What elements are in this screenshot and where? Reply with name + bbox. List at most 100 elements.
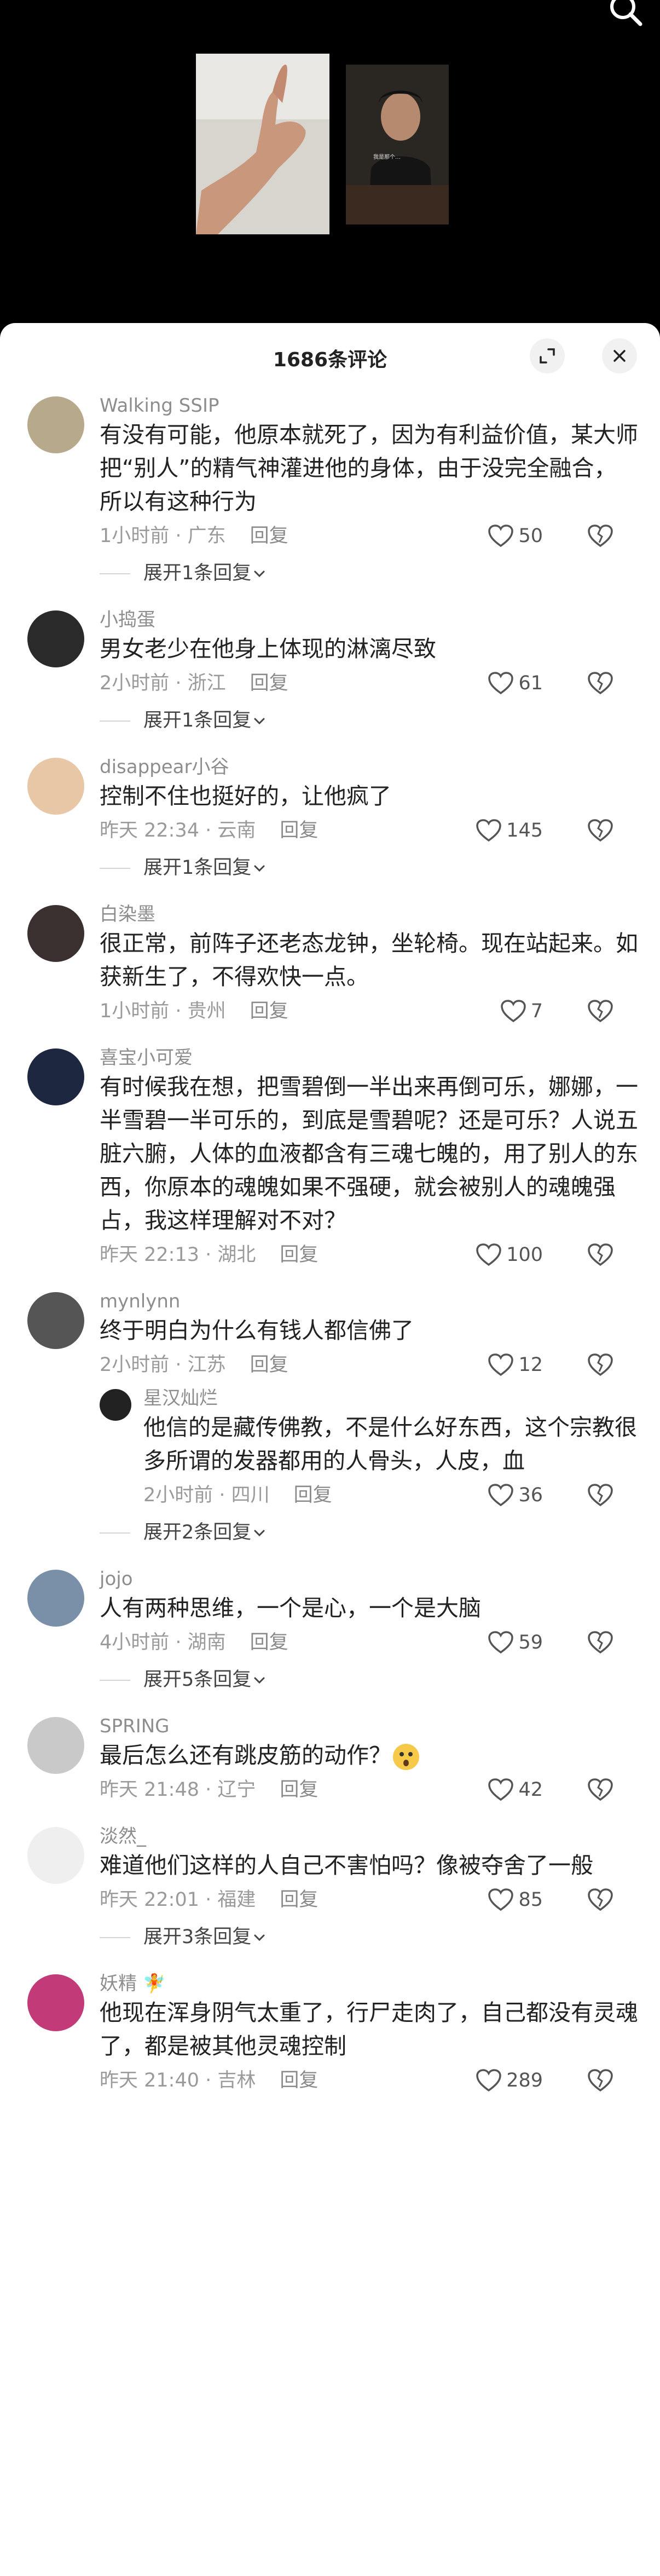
avatar[interactable] [27,1048,84,1105]
comment-text-content: 控制不住也挺好的，让他疯了 [100,783,391,809]
reply-button[interactable]: 回复 [280,820,318,842]
like-button[interactable]: 42 [488,1772,543,1807]
comment-author[interactable]: jojo [100,1566,638,1592]
avatar[interactable] [100,1389,131,1421]
comment-item[interactable]: 白染墨 很正常，前阵子还老态龙钟，坐轮椅。现在站起来。如获新生了，不得欢快一点。 1… [0,902,660,1029]
reply-button[interactable]: 回复 [294,1484,332,1506]
comment-text-content: 很正常，前阵子还老态龙钟，坐轮椅。现在站起来。如获新生了，不得欢快一点。 [100,930,638,990]
expand-replies-button[interactable]: 展开1条回复 [0,556,660,591]
reply-button[interactable]: 回复 [250,672,288,694]
comment-item[interactable]: 妖精 🧚 他现在浑身阴气太重了，行尸走肉了，自己都没有灵魂了，都是被其他灵魂控制昨… [0,1971,660,2098]
comment-author[interactable]: 妖精 🧚 [100,1971,638,1996]
broken-heart-icon[interactable] [587,1353,614,1377]
comment-time-location: 昨天 21:48 · 辽宁 [100,1779,256,1801]
like-button[interactable]: 289 [476,2063,543,2098]
reply-button[interactable]: 回复 [250,1632,288,1653]
close-icon[interactable] [602,338,637,373]
broken-heart-icon[interactable] [587,819,614,843]
broken-heart-icon[interactable] [587,999,614,1023]
divider [100,868,130,869]
comment-text: 有没有可能，他原本就死了，因为有利益价值，某大师把“别人”的精气神灌进他的身体，… [100,418,638,518]
like-button[interactable]: 12 [488,1347,543,1382]
comment-meta: 1小时前 · 贵州 回复 7 [100,994,638,1029]
avatar[interactable] [27,1570,84,1627]
comment-meta: 2小时前 · 江苏 回复 12 [100,1347,638,1382]
comment-item[interactable]: disappear小谷 控制不住也挺好的，让他疯了 昨天 22:34 · 云南 回复 1… [0,754,660,848]
comment-meta: 昨天 22:13 · 湖北 回复 100 [100,1237,638,1272]
comment-item[interactable]: jojo 人有两种思维，一个是心，一个是大脑 4小时前 · 湖南 回复 59 [0,1566,660,1660]
heart-icon [488,1631,514,1654]
heart-icon [488,1888,514,1911]
like-count: 12 [518,1354,543,1376]
reply-button[interactable]: 回复 [250,1000,288,1022]
reply-button[interactable]: 回复 [280,1244,318,1266]
avatar[interactable] [27,1827,84,1884]
comment-item[interactable]: 淡然_ 难道他们这样的人自己不害怕吗？像被夺舍了一般 昨天 22:01 · 福建 回复… [0,1824,660,1917]
comment-author[interactable]: 星汉灿烂 [143,1386,638,1411]
comment-author[interactable]: SPRING [100,1714,638,1739]
reply-button[interactable]: 回复 [280,2070,318,2091]
comment-item[interactable]: SPRING 最后怎么还有跳皮筋的动作？ 昨天 21:48 · 辽宁 回复 42 [0,1714,660,1807]
avatar[interactable] [27,396,84,453]
expand-replies-button[interactable]: 展开3条回复 [0,1920,660,1955]
comment-text-content: 人有两种思维，一个是心，一个是大脑 [100,1595,481,1621]
like-button[interactable]: 7 [500,994,543,1029]
like-button[interactable]: 36 [488,1478,543,1513]
expand-replies-button[interactable]: 展开2条回复 [0,1515,660,1550]
broken-heart-icon[interactable] [587,1778,614,1802]
expand-replies-button[interactable]: 展开1条回复 [0,703,660,738]
avatar[interactable] [27,1974,84,2031]
like-button[interactable]: 61 [488,666,543,701]
broken-heart-icon[interactable] [587,1483,614,1507]
like-button[interactable]: 50 [488,518,543,554]
reply-button[interactable]: 回复 [280,1889,318,1911]
reply-button[interactable]: 回复 [250,525,288,547]
broken-heart-icon[interactable] [587,1630,614,1655]
like-button[interactable]: 145 [476,813,543,848]
comment-author[interactable]: 喜宝小可爱 [100,1045,638,1070]
avatar[interactable] [27,758,84,815]
comment-time-location: 2小时前 · 四川 [143,1484,270,1506]
like-button[interactable]: 59 [488,1625,543,1660]
like-button[interactable]: 85 [488,1882,543,1917]
broken-heart-icon[interactable] [587,671,614,695]
comment-author[interactable]: disappear小谷 [100,754,638,780]
avatar[interactable] [27,1717,84,1774]
like-count: 42 [518,1779,543,1801]
expand-replies-label: 展开1条回复 [143,710,252,731]
like-count: 36 [518,1484,543,1506]
comment-author[interactable]: Walking SSIP [100,393,638,418]
reply-button[interactable]: 回复 [250,1354,288,1376]
video-area[interactable]: 我是那个… [0,0,660,329]
broken-heart-icon[interactable] [587,524,614,548]
avatar[interactable] [27,1292,84,1349]
reply-item[interactable]: 星汉灿烂 他信的是藏传佛教，不是什么好东西，这个宗教很多所谓的发器都用的人骨头，人… [0,1386,660,1513]
comment-author[interactable]: 小捣蛋 [100,607,638,632]
avatar[interactable] [27,905,84,962]
video-thumbnail-hand[interactable] [196,54,329,234]
expand-replies-label: 展开1条回复 [143,857,252,879]
expand-replies-button[interactable]: 展开1条回复 [0,850,660,885]
fullscreen-icon[interactable] [530,338,565,373]
comment-author[interactable]: 淡然_ [100,1824,638,1849]
comment-item[interactable]: 小捣蛋 男女老少在他身上体现的淋漓尽致 2小时前 · 浙江 回复 61 [0,607,660,701]
expand-replies-button[interactable]: 展开5条回复 [0,1662,660,1697]
chevron-down-icon [251,1669,265,1691]
like-button[interactable]: 100 [476,1237,543,1272]
broken-heart-icon[interactable] [587,1243,614,1267]
comment-author[interactable]: 白染墨 [100,902,638,927]
comment-author[interactable]: mynlynn [100,1289,638,1314]
comment-item[interactable]: Walking SSIP 有没有可能，他原本就死了，因为有利益价值，某大师把“别人… [0,393,660,554]
like-count: 50 [518,525,543,547]
comment-text: 他信的是藏传佛教，不是什么好东西，这个宗教很多所谓的发器都用的人骨头，人皮，血 [143,1411,638,1478]
avatar[interactable] [27,610,84,667]
reply-button[interactable]: 回复 [280,1779,318,1801]
comment-item[interactable]: 喜宝小可爱 有时候我在想，把雪碧倒一半出来再倒可乐，娜娜，一半雪碧一半可乐的，到底… [0,1045,660,1272]
like-count: 7 [530,1000,543,1022]
broken-heart-icon[interactable] [587,1888,614,1912]
search-icon[interactable] [604,0,648,34]
heart-icon [500,1000,526,1023]
comment-item[interactable]: mynlynn 终于明白为什么有钱人都信佛了 2小时前 · 江苏 回复 12 [0,1289,660,1382]
video-thumbnail-man[interactable]: 我是那个… [346,65,449,224]
broken-heart-icon[interactable] [587,2068,614,2093]
